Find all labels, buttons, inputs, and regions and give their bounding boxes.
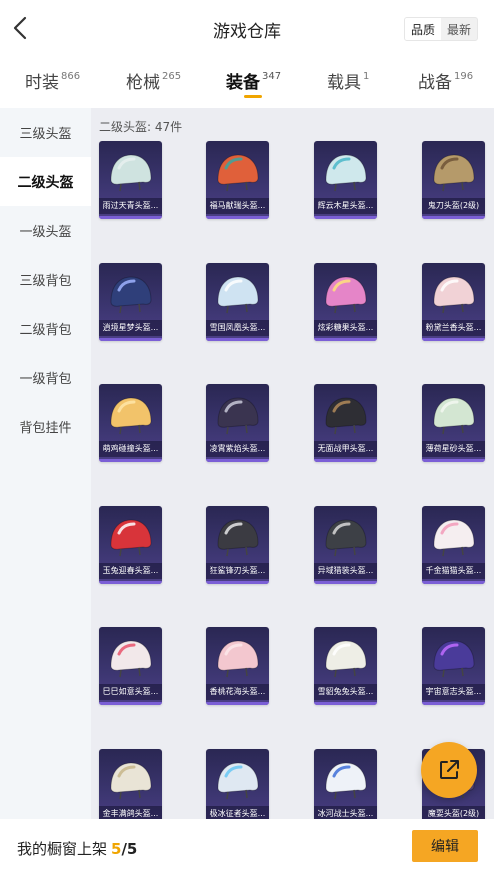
- item-card[interactable]: 福马献瑞头盔...: [206, 141, 269, 219]
- tab-weapons[interactable]: 枪械 265: [126, 68, 181, 93]
- item-card[interactable]: 千金猫猫头盔...: [422, 506, 485, 584]
- showcase-status: 我的橱窗上架 5/5: [17, 838, 137, 859]
- item-card[interactable]: 雪国凤凰头盔...: [206, 263, 269, 341]
- sort-option-quality[interactable]: 品质: [405, 18, 441, 40]
- item-name: 狂鲨锋刃头盔...: [206, 563, 269, 579]
- tab-fashion[interactable]: 时装 866: [25, 68, 80, 93]
- tab-vehicles[interactable]: 载具 1: [327, 68, 369, 93]
- helmet-icon: [217, 519, 259, 557]
- showcase-current: 5: [111, 840, 122, 858]
- helmet-icon: [217, 640, 259, 678]
- active-tab-indicator: [244, 95, 262, 98]
- item-card[interactable]: 香桃花海头盔...: [206, 627, 269, 705]
- item-card[interactable]: 炫彩糖果头盔...: [314, 263, 377, 341]
- sidebar: 三级头盔 二级头盔 一级头盔 三级背包 二级背包 一级背包 背包挂件: [0, 108, 91, 819]
- tab-supplies[interactable]: 战备 196: [418, 68, 473, 93]
- item-name: 雪貂兔兔头盔...: [314, 684, 377, 700]
- sidebar-item-level1-backpack[interactable]: 一级背包: [0, 353, 91, 402]
- helmet-icon: [325, 397, 367, 435]
- item-name: 冰河战士头盔...: [314, 806, 377, 819]
- bottom-bar: 我的橱窗上架 5/5 编辑: [0, 819, 494, 875]
- header: 游戏仓库 品质 最新: [0, 0, 494, 58]
- item-name: 巳巳如意头盔...: [99, 684, 162, 700]
- item-name: 极冰征者头盔...: [206, 806, 269, 819]
- helmet-icon: [433, 640, 475, 678]
- helmet-icon: [433, 154, 475, 192]
- item-card[interactable]: 鬼刀头盔(2级): [422, 141, 485, 219]
- item-card[interactable]: 辉云木星头盔...: [314, 141, 377, 219]
- helmet-icon: [217, 762, 259, 800]
- helmet-icon: [110, 276, 152, 314]
- showcase-total: /5: [121, 840, 138, 858]
- sidebar-item-level3-helmet[interactable]: 三级头盔: [0, 108, 91, 157]
- item-name: 金丰满鸽头盔...: [99, 806, 162, 819]
- helmet-icon: [325, 154, 367, 192]
- helmet-icon: [325, 276, 367, 314]
- item-name: 玉兔迎春头盔...: [99, 563, 162, 579]
- item-name: 凌霄紫焰头盔...: [206, 441, 269, 457]
- helmet-icon: [433, 519, 475, 557]
- sidebar-item-level3-backpack[interactable]: 三级背包: [0, 255, 91, 304]
- helmet-icon: [217, 276, 259, 314]
- item-card[interactable]: 无面战甲头盔...: [314, 384, 377, 462]
- item-card[interactable]: 金丰满鸽头盔...: [99, 749, 162, 819]
- item-name: 异域猎装头盔...: [314, 563, 377, 579]
- sidebar-item-level2-helmet[interactable]: 二级头盔: [0, 157, 91, 206]
- item-card[interactable]: 凌霄紫焰头盔...: [206, 384, 269, 462]
- sidebar-item-level2-backpack[interactable]: 二级背包: [0, 304, 91, 353]
- item-name: 粉黛兰香头盔...: [422, 320, 485, 336]
- item-name: 鬼刀头盔(2级): [422, 198, 485, 214]
- item-card[interactable]: 粉黛兰香头盔...: [422, 263, 485, 341]
- helmet-icon: [110, 640, 152, 678]
- sidebar-item-level1-helmet[interactable]: 一级头盔: [0, 206, 91, 255]
- helmet-icon: [433, 397, 475, 435]
- helmet-icon: [110, 519, 152, 557]
- external-link-icon: [440, 760, 459, 779]
- item-name: 薄荷星砂头盔...: [422, 441, 485, 457]
- item-name: 千金猫猫头盔...: [422, 563, 485, 579]
- sort-toggle: 品质 最新: [404, 17, 478, 41]
- helmet-icon: [325, 519, 367, 557]
- item-card[interactable]: 宇宙意志头盔...: [422, 627, 485, 705]
- edit-button[interactable]: 编辑: [412, 830, 478, 862]
- item-count-label: 二级头盔: 47件: [99, 120, 183, 134]
- item-card[interactable]: 雨过天青头盔...: [99, 141, 162, 219]
- item-card[interactable]: 逍境星梦头盔...: [99, 263, 162, 341]
- item-name: 逍境星梦头盔...: [99, 320, 162, 336]
- helmet-icon: [110, 397, 152, 435]
- helmet-icon: [325, 640, 367, 678]
- item-name: 福马献瑞头盔...: [206, 198, 269, 214]
- item-card[interactable]: 狂鲨锋刃头盔...: [206, 506, 269, 584]
- item-name: 辉云木星头盔...: [314, 198, 377, 214]
- item-name: 萌鸡碰撞头盔...: [99, 441, 162, 457]
- item-card[interactable]: 雪貂兔兔头盔...: [314, 627, 377, 705]
- item-name: 宇宙意志头盔...: [422, 684, 485, 700]
- item-card[interactable]: 薄荷星砂头盔...: [422, 384, 485, 462]
- helmet-icon: [217, 397, 259, 435]
- item-name: 魔耍头盔(2级): [422, 806, 485, 819]
- helmet-icon: [110, 762, 152, 800]
- item-card[interactable]: 异域猎装头盔...: [314, 506, 377, 584]
- item-card[interactable]: 巳巳如意头盔...: [99, 627, 162, 705]
- helmet-icon: [110, 154, 152, 192]
- category-tabs: 时装 866 枪械 265 装备 347 载具 1 战备 196: [0, 60, 494, 106]
- helmet-icon: [217, 154, 259, 192]
- item-grid: 二级头盔: 47件 雨过天青头盔... 福马献瑞头盔... 辉云木星头盔... 鬼刀头…: [91, 108, 494, 819]
- item-card[interactable]: 冰河战士头盔...: [314, 749, 377, 819]
- helmet-icon: [433, 276, 475, 314]
- showcase-label: 我的橱窗上架: [17, 840, 108, 858]
- share-button[interactable]: [421, 742, 477, 798]
- item-card[interactable]: 极冰征者头盔...: [206, 749, 269, 819]
- sort-option-latest[interactable]: 最新: [441, 18, 477, 40]
- item-name: 炫彩糖果头盔...: [314, 320, 377, 336]
- tab-equipment[interactable]: 装备 347: [226, 68, 281, 93]
- sidebar-item-backpack-charm[interactable]: 背包挂件: [0, 402, 91, 451]
- item-name: 无面战甲头盔...: [314, 441, 377, 457]
- item-name: 雨过天青头盔...: [99, 198, 162, 214]
- item-card[interactable]: 玉兔迎春头盔...: [99, 506, 162, 584]
- helmet-icon: [325, 762, 367, 800]
- item-name: 雪国凤凰头盔...: [206, 320, 269, 336]
- item-card[interactable]: 萌鸡碰撞头盔...: [99, 384, 162, 462]
- item-name: 香桃花海头盔...: [206, 684, 269, 700]
